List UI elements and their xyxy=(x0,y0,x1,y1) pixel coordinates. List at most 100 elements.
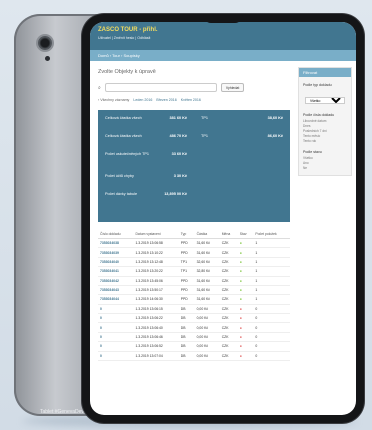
type-cell: DB xyxy=(178,351,195,361)
column-header[interactable]: Stav xyxy=(237,230,254,239)
app-header: ZASCO TOUR - přihl. Uživatel | Změnit he… xyxy=(90,22,356,50)
table-row[interactable]: 7353034038 1.3.2019 13:06:58 PPD 31,60 Kč CZ… xyxy=(98,238,290,249)
table-row[interactable]: 7353034039 1.3.2019 13:10:22 PPD 31,60 Kč CZ… xyxy=(98,247,290,258)
table-row[interactable]: 7353034040 1.3.2019 13:12:48 TP1 32,60 Kč CZ… xyxy=(98,257,290,268)
check-icon: ● xyxy=(239,288,242,293)
filter-panel: Filtrovat Podle typ dokladu Všetko Podle… xyxy=(298,67,352,176)
column-header[interactable]: Typ xyxy=(178,230,195,239)
amount-cell: 31,60 Kč xyxy=(194,276,220,286)
camera-notch xyxy=(203,14,243,23)
breadcrumb[interactable]: Domů › Tour › Soupisky xyxy=(90,50,356,61)
filter-option[interactable]: Ne xyxy=(303,166,347,171)
date-hierarchy-all[interactable]: ‹ Všechny záznamy xyxy=(98,98,129,102)
summary-panel: Celková částka všech 381 60 Kč TP1 38,60… xyxy=(98,110,290,222)
summary-row: Celková částka všech 381 60 Kč TP1 38,60… xyxy=(105,116,283,134)
table-row[interactable]: 7353034043 1.3.2019 13:50:17 PPD 31,60 Kč CZ… xyxy=(98,285,290,296)
count-cell: 1 xyxy=(253,257,290,268)
status-icon: ● xyxy=(237,313,254,324)
date-cell: 1.3.2019 13:45:06 xyxy=(133,276,179,286)
currency-cell: CZK xyxy=(219,313,238,324)
count-cell: 1 xyxy=(253,294,290,305)
cross-icon: ● xyxy=(239,325,242,330)
search-input[interactable] xyxy=(104,83,217,92)
table-row[interactable]: 0 1.3.2019 13:06:46 DB 0,00 Kč CZK ● 0 xyxy=(98,332,290,343)
date-hierarchy-item[interactable]: Březen 2016 xyxy=(156,98,176,102)
count-cell: 1 xyxy=(253,266,290,277)
status-icon: ● xyxy=(237,294,254,305)
amount-cell: 32,60 Kč xyxy=(194,257,220,268)
date-cell: 1.3.2019 13:06:58 xyxy=(133,238,179,249)
column-header[interactable]: Počet položek xyxy=(253,230,290,239)
count-cell: 1 xyxy=(253,238,290,249)
search-button[interactable]: Vyhledat xyxy=(220,83,245,92)
type-cell: DB xyxy=(178,341,195,352)
doc-number-link[interactable]: 0 xyxy=(98,332,134,343)
date-hierarchy-item[interactable]: Květen 2016 xyxy=(181,98,201,102)
currency-cell: CZK xyxy=(219,304,238,315)
count-cell: 1 xyxy=(253,285,290,296)
filter-option[interactable]: Tento rok xyxy=(303,139,347,144)
doc-number-link[interactable]: 7353034044 xyxy=(98,294,134,305)
column-header[interactable]: Měna xyxy=(219,230,238,239)
filter-section-title: Podle čísla dokladu xyxy=(303,113,335,117)
column-header[interactable]: Částka xyxy=(194,230,220,239)
filter-title: Filtrovat xyxy=(299,68,351,77)
summary-value: 38,60 Kč xyxy=(267,116,283,120)
currency-cell: CZK xyxy=(219,238,238,249)
summary-value: 486 70 Kč xyxy=(169,134,187,138)
summary-value: 381 60 Kč xyxy=(169,116,187,120)
currency-cell: CZK xyxy=(219,322,238,333)
doc-number-link[interactable]: 7353034039 xyxy=(98,247,134,258)
count-cell: 0 xyxy=(253,313,290,324)
summary-row: Celková částka všech 486 70 Kč TP1 86,60… xyxy=(105,134,283,152)
type-filter-select[interactable]: Všetko xyxy=(305,97,345,104)
site-title[interactable]: ZASCO TOUR - přihl. xyxy=(98,27,348,33)
status-icon: ● xyxy=(237,257,254,268)
doc-number-link[interactable]: 7353034041 xyxy=(98,266,134,277)
date-cell: 1.3.2019 13:07:04 xyxy=(133,351,179,361)
amount-cell: 32,80 Kč xyxy=(194,266,220,277)
filter-section-title: Podle stavu xyxy=(303,150,322,154)
table-row[interactable]: 7353034042 1.3.2019 13:45:06 PPD 31,60 Kč CZ… xyxy=(98,276,290,286)
doc-number-link[interactable]: 7353034043 xyxy=(98,285,134,296)
amount-cell: 31,60 Kč xyxy=(194,294,220,305)
column-header[interactable]: Datum vystavení xyxy=(133,230,179,239)
table-row[interactable]: 7353034044 1.3.2019 14:06:30 PPD 31,60 Kč CZ… xyxy=(98,294,290,305)
table-row[interactable]: 0 1.3.2019 13:06:40 DB 0,00 Kč CZK ● 0 xyxy=(98,322,290,333)
doc-number-link[interactable]: 0 xyxy=(98,313,134,324)
summary-label: Počet dávky tabule xyxy=(105,192,138,196)
type-cell: TP1 xyxy=(178,257,195,268)
table-row[interactable]: 0 1.3.2019 13:06:15 DB 0,00 Kč CZK ● 0 xyxy=(98,304,290,315)
status-icon: ● xyxy=(237,238,254,249)
table-row[interactable]: 0 1.3.2019 13:07:04 DB 0,00 Kč CZK ● 0 xyxy=(98,351,290,361)
table-row[interactable]: 0 1.3.2019 13:06:52 DB 0,00 Kč CZK ● 0 xyxy=(98,341,290,352)
summary-value: 13,895 00 Kč xyxy=(164,192,187,196)
table-row[interactable]: 7353034041 1.3.2019 13:20:22 TP1 32,80 Kč CZ… xyxy=(98,266,290,277)
currency-cell: CZK xyxy=(219,351,238,361)
doc-number-link[interactable]: 7353034042 xyxy=(98,276,134,286)
amount-cell: 0,00 Kč xyxy=(194,332,220,343)
doc-number-link[interactable]: 0 xyxy=(98,341,134,352)
summary-row: Počet dávky tabule 13,895 00 Kč xyxy=(105,192,283,210)
currency-cell: CZK xyxy=(219,247,238,258)
date-hierarchy-item[interactable]: Leden 2016 xyxy=(133,98,152,102)
doc-number-link[interactable]: 0 xyxy=(98,351,134,361)
amount-cell: 0,00 Kč xyxy=(194,341,220,352)
doc-number-link[interactable]: 0 xyxy=(98,322,134,333)
doc-number-link[interactable]: 7353034038 xyxy=(98,238,134,249)
type-cell: PPD xyxy=(178,294,195,305)
check-icon: ● xyxy=(239,250,242,255)
table-row[interactable]: 0 1.3.2019 13:06:22 DB 0,00 Kč CZK ● 0 xyxy=(98,313,290,324)
currency-cell: CZK xyxy=(219,294,238,305)
doc-number-link[interactable]: 7353034040 xyxy=(98,257,134,268)
status-icon: ● xyxy=(237,322,254,333)
user-tools[interactable]: Uživatel | Změnit heslo | Odhlásit xyxy=(98,36,348,40)
doc-number-link[interactable]: 0 xyxy=(98,304,134,315)
count-cell: 0 xyxy=(253,351,290,361)
column-header[interactable]: Číslo dokladu xyxy=(98,230,134,239)
type-cell: TP1 xyxy=(178,266,195,277)
search-icon: ⌕ xyxy=(98,84,101,91)
count-cell: 0 xyxy=(253,304,290,315)
filter-section-title: Podle typ dokladu xyxy=(303,83,332,87)
currency-cell: CZK xyxy=(219,332,238,343)
